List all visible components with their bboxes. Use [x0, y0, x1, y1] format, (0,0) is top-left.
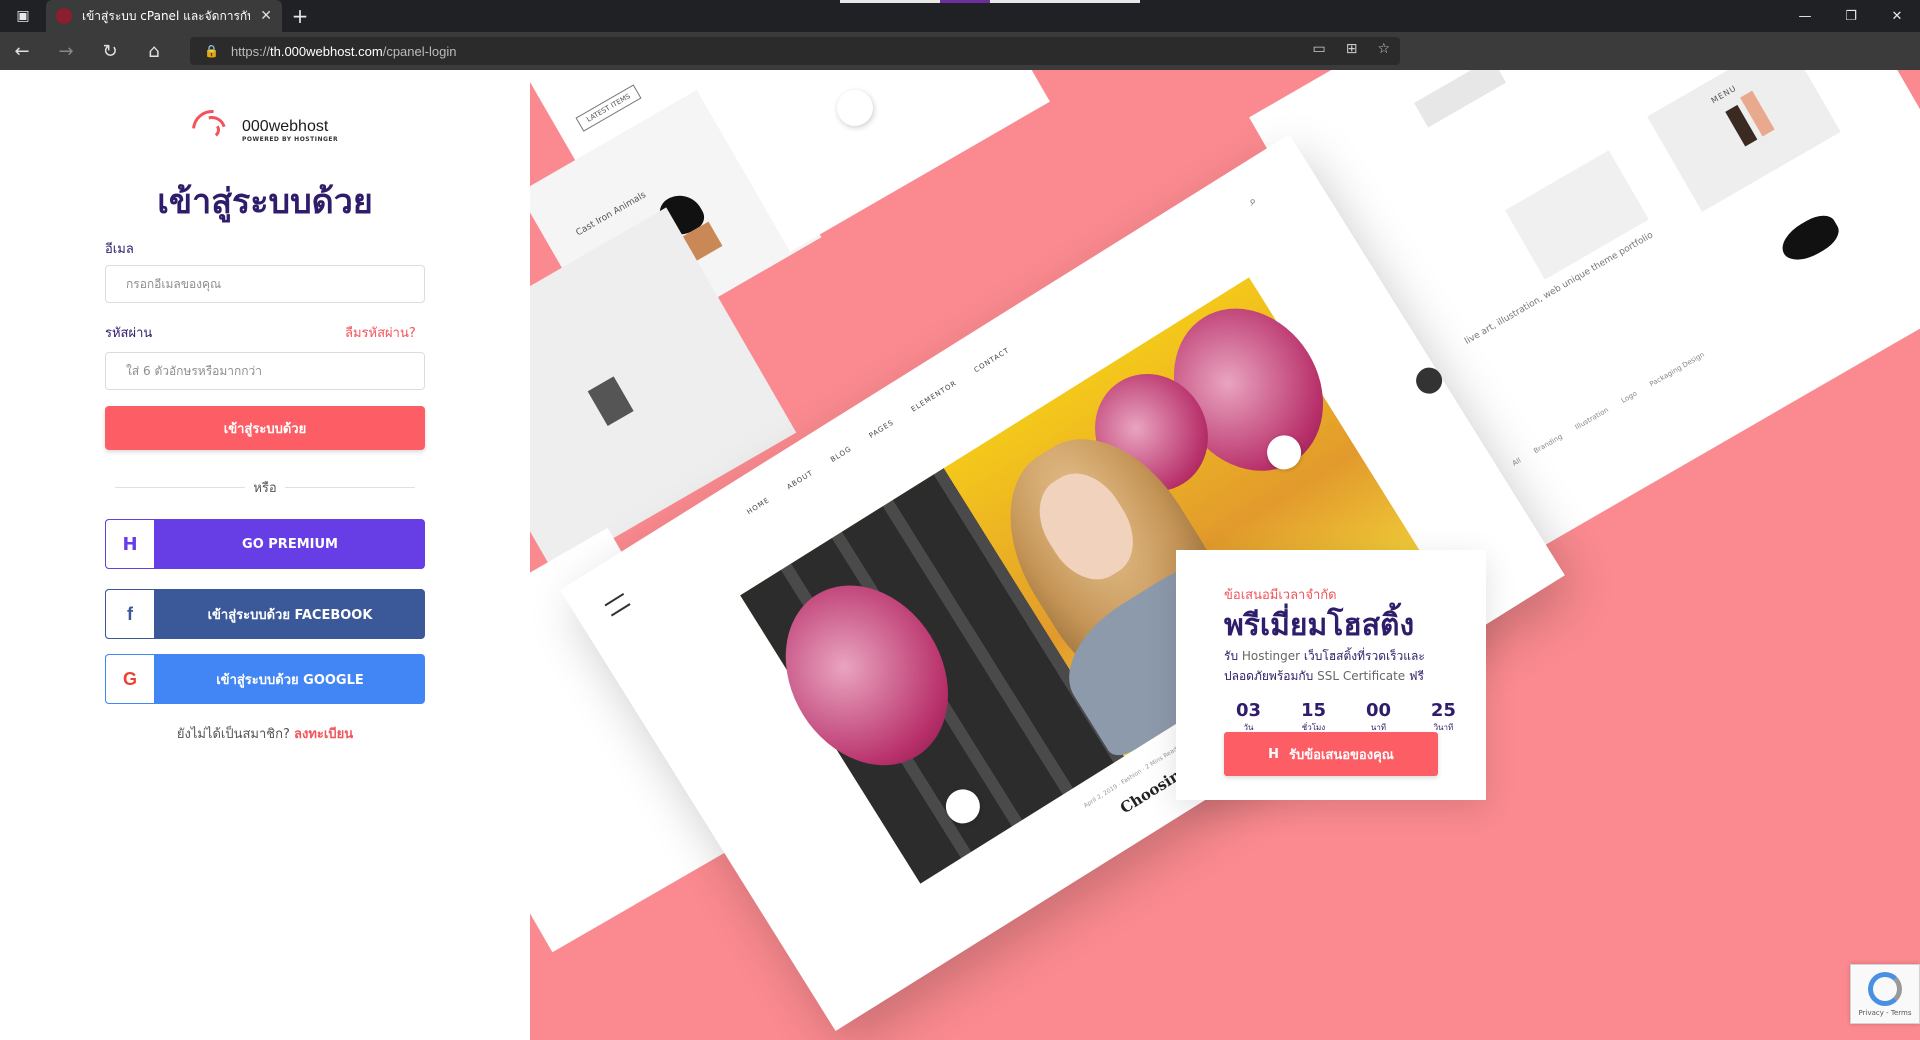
back-icon[interactable]: ←: [0, 32, 44, 70]
promo-desc-brand: Hostinger: [1241, 649, 1301, 663]
recaptcha-icon: [1868, 971, 1902, 1006]
close-window-icon[interactable]: ✕: [1874, 0, 1920, 32]
new-tab-icon[interactable]: +: [282, 4, 318, 28]
facebook-login-button[interactable]: f เข้าสู่ระบบด้วย FACEBOOK: [105, 589, 425, 639]
signup-prompt: ยังไม่ได้เป็นสมาชิก? ลงทะเบียน: [0, 723, 530, 744]
go-premium-label: GO PREMIUM: [242, 536, 338, 552]
logo-name: 000webhost: [242, 117, 329, 135]
filter-tab[interactable]: All: [1511, 456, 1523, 467]
google-icon: G: [105, 654, 155, 704]
password-label: รหัสผ่าน: [105, 326, 153, 341]
portfolio-filters: All Branding Illustration Logo Packaging…: [1511, 351, 1706, 468]
apps-icon[interactable]: ⊞: [1346, 41, 1358, 57]
omnibox-actions: ▭ ⊞ ☆: [1312, 41, 1390, 57]
tab-bar: ▣ เข้าสู่ระบบ cPanel และจัดการกับฟรีโฮ ✕…: [0, 0, 1920, 32]
url-text: https://th.000webhost.com/cpanel-login: [231, 44, 456, 59]
tab-actions-icon[interactable]: ▣: [0, 0, 46, 32]
promo-desc-free: ฟรี: [1409, 669, 1424, 683]
tab-favicon-icon: [56, 8, 72, 24]
slider-prev-icon: [939, 782, 987, 830]
promo-cta-button[interactable]: H รับข้อเสนอของคุณ: [1224, 732, 1438, 776]
signup-prompt-text: ยังไม่ได้เป็นสมาชิก?: [176, 727, 290, 742]
tab-title: เข้าสู่ระบบ cPanel และจัดการกับฟรีโฮ: [82, 8, 250, 23]
filter-tab[interactable]: Branding: [1532, 433, 1563, 456]
recaptcha-badge[interactable]: Privacy - Terms: [1850, 964, 1920, 1024]
login-button[interactable]: เข้าสู่ระบบด้วย: [105, 406, 425, 450]
password-field[interactable]: ใส่ 6 ตัวอักษรหรือมากกว่า: [105, 352, 425, 390]
promo-desc-mid: เว็บโฮสติ้งที่รวดเร็วและ: [1303, 649, 1425, 663]
countdown-minutes: 00 นาที: [1365, 700, 1391, 732]
cactus-pot-image: [587, 376, 634, 426]
mock-nav-item: CONTACT: [972, 346, 1011, 375]
mock-nav-item: HOME: [745, 496, 772, 517]
countdown-hours: 15 ชั่วโมง: [1300, 700, 1327, 732]
url-scheme: https://: [230, 43, 270, 59]
restore-icon[interactable]: ❐: [1828, 0, 1874, 32]
read-aloud-icon[interactable]: ▭: [1312, 41, 1325, 57]
countdown-days: 03 วัน: [1236, 700, 1262, 732]
mock-search-icon: ⌕: [1245, 193, 1259, 209]
facebook-icon: f: [105, 589, 155, 639]
or-divider: หรือ: [115, 477, 415, 497]
forward-icon[interactable]: →: [44, 32, 88, 70]
url-host: th.000webhost.com: [269, 43, 383, 59]
url-path: /cpanel-login: [382, 43, 457, 59]
promo-description: รับ Hostinger เว็บโฮสติ้งที่รวดเร็วและ ป…: [1224, 646, 1425, 686]
filter-tab[interactable]: Illustration: [1574, 406, 1610, 432]
promo-title: พรีเมี่ยมโฮสติ้ง: [1224, 608, 1415, 643]
tab-close-icon[interactable]: ✕: [260, 8, 272, 24]
filter-tab[interactable]: Logo: [1620, 390, 1639, 405]
favorite-add-icon[interactable]: ☆: [1377, 41, 1390, 57]
address-bar: ← → ↻ ⌂ 🔒 https://th.000webhost.com/cpan…: [0, 32, 1920, 99]
home-icon[interactable]: ⌂: [132, 32, 176, 70]
promo-desc-line2: ปลอดภัยพร้อมกับ: [1224, 669, 1314, 683]
window-controls: — ❐ ✕: [1782, 0, 1920, 32]
mock-hamburger-icon: [604, 592, 631, 617]
logo-subtitle: POWERED BY HOSTINGER: [242, 135, 339, 143]
hostinger-icon: H: [1268, 746, 1280, 762]
promo-countdown: 03 วัน 15 ชั่วโมง 00 นาที 25 วินาที: [1236, 700, 1456, 734]
hostinger-icon: H: [105, 519, 155, 569]
logo-swirl-icon: [183, 101, 241, 159]
hero-panel: Cast Iron Animals LATEST ITEMS live art,…: [530, 70, 1920, 1040]
mock-nav-item: BLOG: [829, 444, 854, 464]
email-field[interactable]: กรอกอีเมลของคุณ: [105, 265, 425, 303]
countdown-seconds: 25 วินาที: [1430, 700, 1456, 732]
refresh-icon[interactable]: ↻: [88, 32, 132, 70]
or-label: หรือ: [253, 481, 277, 496]
lantern-image: [752, 555, 981, 796]
logo[interactable]: 000webhost POWERED BY HOSTINGER: [183, 101, 339, 159]
filter-tab[interactable]: Packaging Design: [1648, 351, 1706, 389]
promo-cta-label: รับข้อเสนอของคุณ: [1289, 747, 1394, 763]
lock-icon: 🔒: [204, 44, 219, 58]
page: 000webhost POWERED BY HOSTINGER เข้าสู่ร…: [0, 70, 1920, 1040]
forgot-password-link[interactable]: ลืมรหัสผ่าน?: [345, 322, 416, 343]
facebook-login-label: เข้าสู่ระบบด้วย FACEBOOK: [207, 607, 373, 623]
login-panel: 000webhost POWERED BY HOSTINGER เข้าสู่ร…: [0, 70, 530, 1040]
active-tab[interactable]: เข้าสู่ระบบ cPanel และจัดการกับฟรีโฮ ✕: [46, 0, 282, 32]
mock-nav-item: ELEMENTOR: [909, 379, 959, 414]
promo-desc-pre: รับ: [1224, 649, 1239, 663]
login-heading: เข้าสู่ระบบด้วย: [157, 182, 373, 222]
email-label: อีเมล: [105, 242, 134, 257]
promo-card-main: ข้อเสนอมีเวลาจำกัด พรีเมี่ยมโฮสติ้ง รับ …: [1176, 550, 1486, 800]
portfolio-thumb: [1504, 150, 1649, 280]
minimize-icon[interactable]: —: [1782, 0, 1828, 32]
promo-desc-ssl: SSL Certificate: [1317, 669, 1406, 683]
mock-nav-item: ABOUT: [785, 468, 815, 492]
tab-strip-indicator: [840, 0, 1140, 3]
mock-nav-item: PAGES: [867, 418, 896, 440]
url-field[interactable]: 🔒 https://th.000webhost.com/cpanel-login…: [190, 37, 1400, 65]
recaptcha-terms[interactable]: Privacy - Terms: [1859, 1009, 1912, 1017]
plant-pot-image: [830, 83, 880, 133]
google-login-label: เข้าสู่ระบบด้วย GOOGLE: [216, 672, 364, 688]
signup-link[interactable]: ลงทะเบียน: [294, 727, 353, 742]
go-premium-button[interactable]: H GO PREMIUM: [105, 519, 425, 569]
fish-art-image: [1734, 167, 1889, 315]
google-login-button[interactable]: G เข้าสู่ระบบด้วย GOOGLE: [105, 654, 425, 704]
